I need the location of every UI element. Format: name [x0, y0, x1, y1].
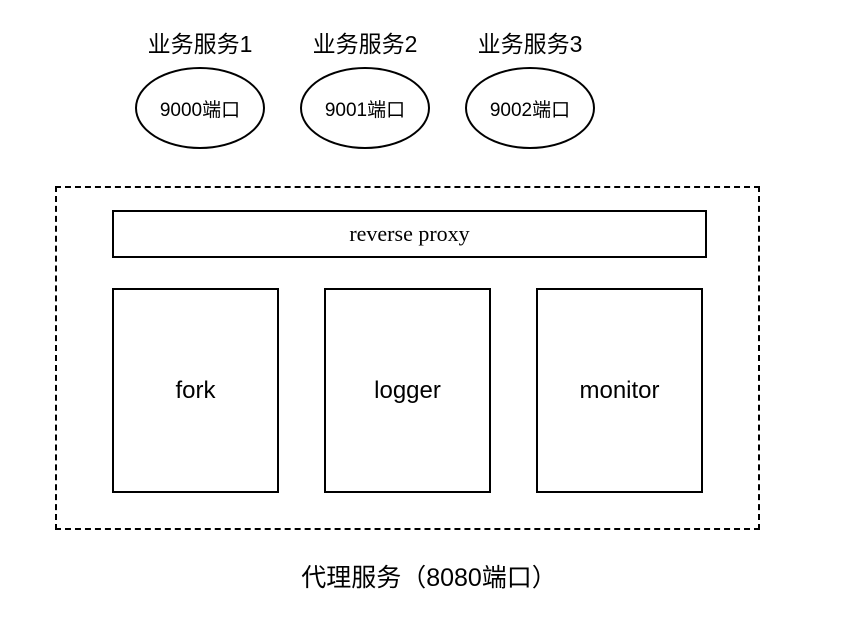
module-logger: logger — [324, 288, 491, 493]
modules-row: fork logger monitor — [112, 288, 703, 493]
service-3-label: 业务服务3 — [478, 25, 583, 59]
service-1: 业务服务1 9000端口 — [135, 25, 265, 149]
proxy-caption: 代理服务（8080端口） — [0, 558, 858, 594]
service-3: 业务服务3 9002端口 — [465, 25, 595, 149]
module-monitor: monitor — [536, 288, 703, 493]
reverse-proxy-box: reverse proxy — [112, 210, 707, 258]
service-2-port: 9001端口 — [300, 67, 430, 149]
service-1-label: 业务服务1 — [148, 25, 253, 59]
module-fork: fork — [112, 288, 279, 493]
proxy-container: reverse proxy fork logger monitor — [55, 186, 760, 530]
service-2: 业务服务2 9001端口 — [300, 25, 430, 149]
service-3-port: 9002端口 — [465, 67, 595, 149]
service-1-port: 9000端口 — [135, 67, 265, 149]
services-row: 业务服务1 9000端口 业务服务2 9001端口 业务服务3 9002端口 — [135, 25, 595, 149]
service-2-label: 业务服务2 — [313, 25, 418, 59]
